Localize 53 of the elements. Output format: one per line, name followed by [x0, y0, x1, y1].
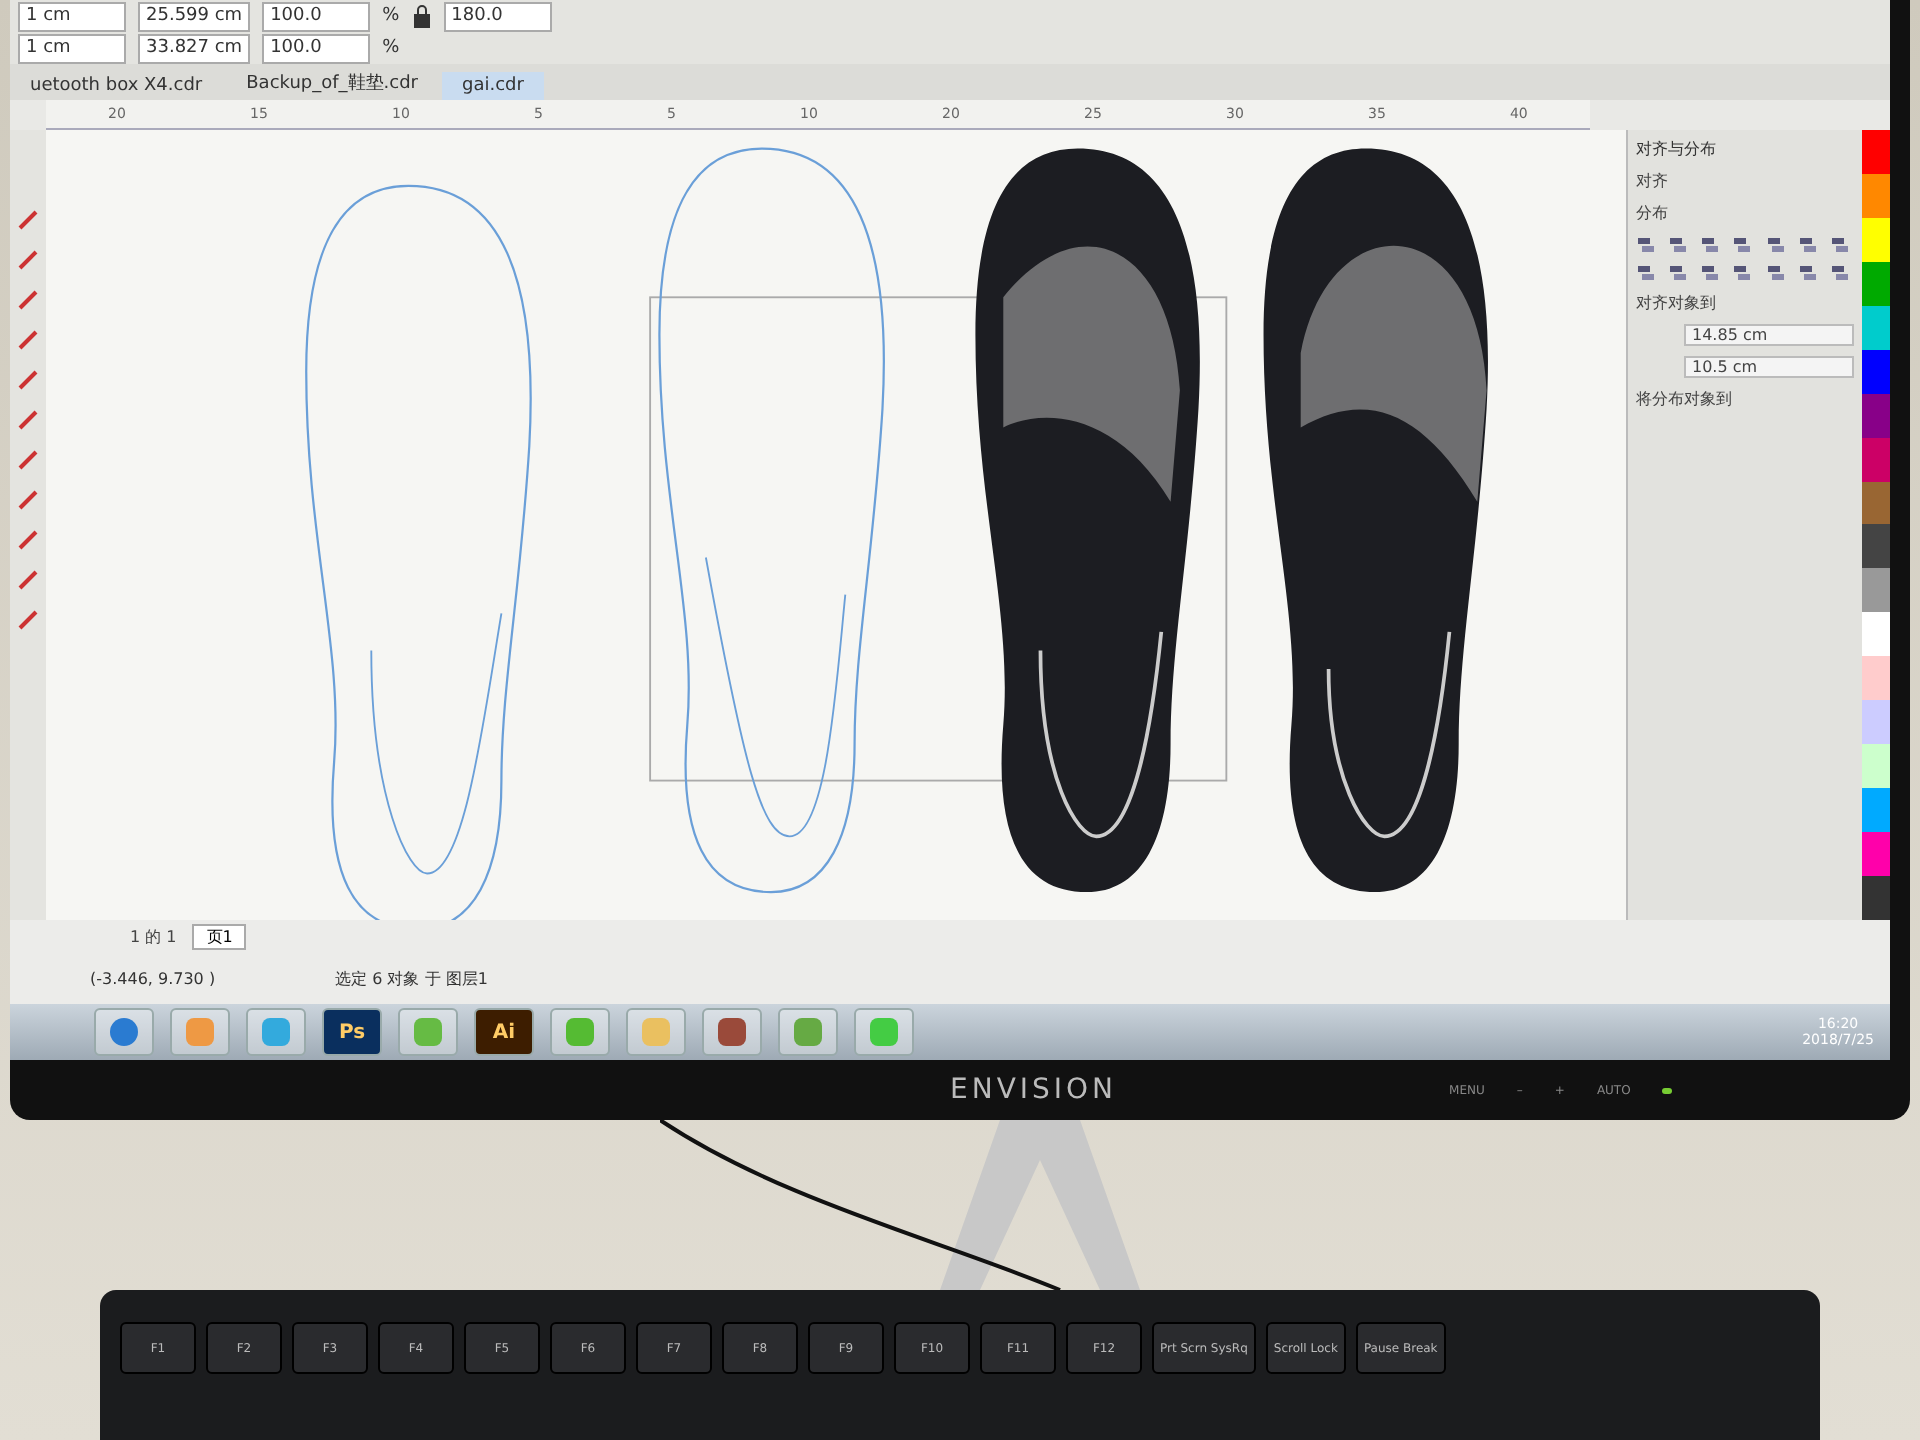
size-field[interactable]: 10.5 cm [1684, 356, 1854, 378]
app-icon [868, 1016, 900, 1048]
align-icon[interactable] [1636, 262, 1656, 282]
property-field[interactable]: 25.599 cm [138, 1, 251, 31]
property-field[interactable]: 180.0 [443, 1, 552, 31]
app-icon [564, 1016, 596, 1048]
align-icon[interactable] [1829, 234, 1850, 254]
color-palette[interactable] [1862, 130, 1890, 920]
panel-title: 对齐与分布 [1636, 138, 1718, 160]
app-icon [792, 1016, 824, 1048]
monitor-brand: ENVISION [950, 1074, 1118, 1106]
align-icon[interactable] [1700, 234, 1721, 254]
app-icon [716, 1016, 748, 1048]
app-icon [184, 1016, 216, 1048]
align-icon[interactable] [1636, 234, 1656, 254]
app-icon [260, 1016, 292, 1048]
size-field[interactable]: 14.85 cm [1684, 324, 1854, 346]
align-icon[interactable] [1765, 262, 1786, 282]
taskbar-app-button[interactable] [94, 1008, 154, 1056]
align-icon[interactable] [1797, 262, 1818, 282]
align-icon[interactable] [1700, 262, 1721, 282]
align-icon[interactable] [1732, 234, 1753, 254]
distribute-to-label: 将分布对象到 [1636, 388, 1734, 410]
align-icon[interactable] [1829, 262, 1850, 282]
align-icon[interactable] [1797, 234, 1818, 254]
selection-status: 选定 6 对象 于 图层1 [335, 967, 488, 989]
align-icon[interactable] [1668, 262, 1689, 282]
align-icon[interactable] [1732, 262, 1753, 282]
distribute-label: 分布 [1636, 202, 1670, 224]
property-field[interactable]: 1 cm [18, 33, 126, 63]
page-tab[interactable]: 页1 [192, 923, 247, 949]
app-icon [412, 1016, 444, 1048]
align-icon[interactable] [1765, 234, 1786, 254]
property-field[interactable]: 1 cm [18, 1, 126, 31]
property-field[interactable]: 33.827 cm [138, 33, 251, 63]
app-icon [640, 1016, 672, 1048]
taskbar-app-button[interactable]: Ps [322, 1008, 382, 1056]
align-to-label: 对齐对象到 [1636, 292, 1718, 314]
cursor-coordinates: (-3.446, 9.730 ) [90, 969, 216, 987]
taskbar-app-button[interactable] [702, 1008, 762, 1056]
document-tab[interactable]: gai.cdr [442, 72, 544, 100]
lock-icon[interactable] [411, 4, 432, 28]
taskbar-app-button[interactable] [778, 1008, 838, 1056]
align-icon[interactable] [1668, 234, 1689, 254]
unit-label: % [382, 6, 400, 26]
align-label: 对齐 [1636, 170, 1670, 192]
property-field[interactable]: 100.0 [262, 1, 371, 31]
unit-label: % [382, 38, 400, 58]
property-field[interactable]: 100.0 [262, 33, 371, 63]
taskbar-app-button[interactable]: Ai [474, 1008, 534, 1056]
app-icon [108, 1016, 140, 1048]
power-led [1662, 1087, 1673, 1093]
page-counter: 1 的 1 [130, 925, 177, 947]
